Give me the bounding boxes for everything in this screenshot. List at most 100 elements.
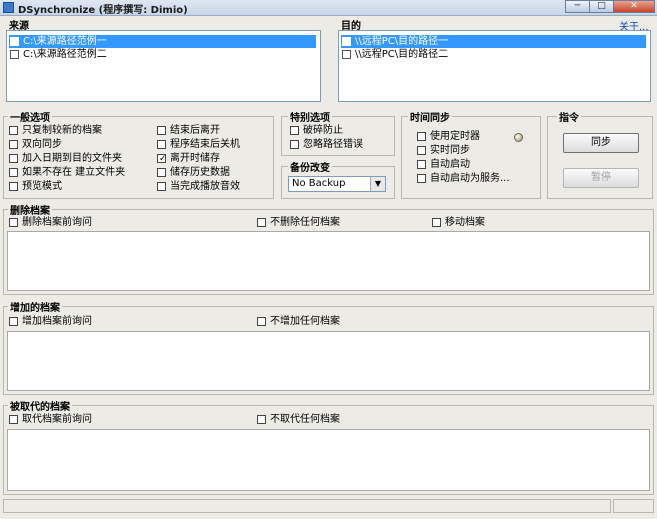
- source-item-checkbox[interactable]: [10, 50, 19, 59]
- ignore-path-errors-checkbox[interactable]: 忽略路径错误: [290, 139, 363, 151]
- status-bar-panel: [613, 499, 654, 513]
- preview-mode-checkbox[interactable]: 预览模式: [9, 181, 62, 193]
- dsynchronize-window: DSynchronize (程序撰写: Dimio) ─ □ ✕ 来源 C:\来…: [0, 0, 657, 519]
- destination-item-label: \\远程PC\目的路径二: [355, 49, 449, 60]
- play-sound-checkbox[interactable]: 当完成播放音效: [157, 181, 240, 193]
- no-add-checkbox[interactable]: 不增加任何档案: [257, 316, 340, 328]
- sync-button[interactable]: 同步: [563, 133, 639, 153]
- timer-indicator-icon: [514, 133, 523, 142]
- checkbox-label: 自动启动: [430, 159, 470, 170]
- use-timer-checkbox[interactable]: 使用定时器: [417, 131, 480, 143]
- add-date-checkbox[interactable]: 加入日期到目的文件夹: [9, 153, 122, 165]
- special-options-label: 特别选项: [288, 109, 332, 124]
- checkbox-label: 取代档案前询问: [22, 414, 92, 425]
- source-item[interactable]: C:\来源路径范例一: [9, 35, 316, 48]
- added-files-list[interactable]: [7, 331, 650, 391]
- move-files-checkbox[interactable]: 移动档案: [432, 217, 485, 229]
- checkbox-label: 实时同步: [430, 145, 470, 156]
- title-bar[interactable]: DSynchronize (程序撰写: Dimio) ─ □ ✕: [0, 0, 657, 16]
- realtime-sync-checkbox[interactable]: 实时同步: [417, 145, 470, 157]
- ask-before-delete-checkbox[interactable]: 删除档案前询问: [9, 217, 92, 229]
- backup-changes-label: 备份改变: [288, 159, 332, 174]
- checkbox-box: [290, 126, 299, 135]
- auto-start-checkbox[interactable]: 自动启动: [417, 159, 470, 171]
- checkbox-label: 结束后离开: [170, 125, 220, 136]
- destination-item-checkbox[interactable]: [342, 50, 351, 59]
- deleted-files-label: 删除档案: [8, 202, 52, 217]
- checkbox-box: [157, 126, 166, 135]
- checkbox-label: 忽略路径错误: [303, 139, 363, 150]
- destination-item-label: \\远程PC\目的路径一: [355, 36, 449, 47]
- source-item-checkbox[interactable]: [10, 37, 19, 46]
- checkbox-label: 不删除任何档案: [270, 217, 340, 228]
- checkbox-box: [9, 218, 18, 227]
- backup-mode-select[interactable]: No Backup ▼: [288, 176, 386, 192]
- source-item-label: C:\来源路径范例一: [23, 36, 107, 47]
- shutdown-after-checkbox[interactable]: 程序结束后关机: [157, 139, 240, 151]
- exit-after-checkbox[interactable]: 结束后离开: [157, 125, 220, 137]
- checkbox-label: 储存历史数据: [170, 167, 230, 178]
- checkbox-box: [157, 168, 166, 177]
- checkbox-label: 自动启动为服务...: [430, 173, 510, 184]
- checkbox-label: 如果不存在 建立文件夹: [22, 167, 126, 178]
- checkbox-box: [9, 126, 18, 135]
- destination-list[interactable]: \\远程PC\目的路径一 \\远程PC\目的路径二: [338, 30, 651, 102]
- fragment-prevent-checkbox[interactable]: 破碎防止: [290, 125, 343, 137]
- checkbox-label: 移动档案: [445, 217, 485, 228]
- two-way-sync-checkbox[interactable]: 双向同步: [9, 139, 62, 151]
- checkbox-box: [257, 415, 266, 424]
- checkbox-box: [157, 140, 166, 149]
- source-item[interactable]: C:\来源路径范例二: [9, 48, 316, 61]
- save-on-exit-checkbox[interactable]: ✓ 离开时储存: [157, 153, 220, 165]
- checkbox-box: [417, 174, 426, 183]
- time-sync-label: 时间同步: [408, 109, 452, 124]
- app-icon: [3, 2, 14, 13]
- save-history-checkbox[interactable]: 储存历史数据: [157, 167, 230, 179]
- checkbox-box: [9, 140, 18, 149]
- checkbox-box: [257, 317, 266, 326]
- checkbox-label: 双向同步: [22, 139, 62, 150]
- checkbox-box: [432, 218, 441, 227]
- pause-button[interactable]: 暂停: [563, 168, 639, 188]
- destination-item[interactable]: \\远程PC\目的路径二: [341, 48, 646, 61]
- checkbox-box: [9, 182, 18, 191]
- checkbox-box: [9, 415, 18, 424]
- maximize-button[interactable]: □: [589, 0, 614, 13]
- ask-before-replace-checkbox[interactable]: 取代档案前询问: [9, 414, 92, 426]
- deleted-files-list[interactable]: [7, 231, 650, 291]
- minimize-button[interactable]: ─: [565, 0, 590, 13]
- checkbox-label: 不增加任何档案: [270, 316, 340, 327]
- replaced-files-list[interactable]: [7, 429, 650, 491]
- no-replace-checkbox[interactable]: 不取代任何档案: [257, 414, 340, 426]
- checkbox-label: 程序结束后关机: [170, 139, 240, 150]
- create-folder-checkbox[interactable]: 如果不存在 建立文件夹: [9, 167, 125, 179]
- checkbox-box: [417, 132, 426, 141]
- checkbox-label: 破碎防止: [303, 125, 343, 136]
- close-button[interactable]: ✕: [613, 0, 655, 13]
- auto-start-service-checkbox[interactable]: 自动启动为服务...: [417, 173, 510, 185]
- checkbox-label: 当完成播放音效: [170, 181, 240, 192]
- checkbox-label: 使用定时器: [430, 131, 480, 142]
- checkbox-box: [9, 154, 18, 163]
- checkbox-label: 只复制较新的档案: [22, 125, 102, 136]
- checkbox-box: [417, 160, 426, 169]
- checkbox-label: 不取代任何档案: [270, 414, 340, 425]
- destination-item[interactable]: \\远程PC\目的路径一: [341, 35, 646, 48]
- chevron-down-icon[interactable]: ▼: [370, 177, 385, 191]
- only-newer-checkbox[interactable]: 只复制较新的档案: [9, 125, 102, 137]
- checkbox-label: 增加档案前询问: [22, 316, 92, 327]
- checkbox-box: ✓: [157, 154, 167, 164]
- general-options-label: 一般选项: [8, 109, 52, 124]
- ask-before-add-checkbox[interactable]: 增加档案前询问: [9, 316, 92, 328]
- source-item-label: C:\来源路径范例二: [23, 49, 107, 60]
- source-list[interactable]: C:\来源路径范例一 C:\来源路径范例二: [6, 30, 321, 102]
- replaced-files-label: 被取代的档案: [8, 398, 72, 413]
- checkbox-box: [257, 218, 266, 227]
- checkbox-box: [290, 140, 299, 149]
- window-title: DSynchronize (程序撰写: Dimio): [18, 5, 188, 16]
- no-delete-checkbox[interactable]: 不删除任何档案: [257, 217, 340, 229]
- status-bar: [3, 499, 611, 513]
- checkbox-label: 删除档案前询问: [22, 217, 92, 228]
- checkbox-box: [417, 146, 426, 155]
- destination-item-checkbox[interactable]: [342, 37, 351, 46]
